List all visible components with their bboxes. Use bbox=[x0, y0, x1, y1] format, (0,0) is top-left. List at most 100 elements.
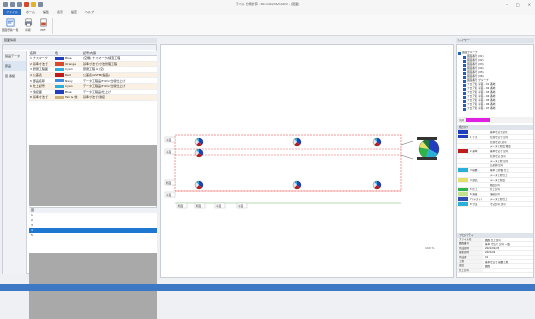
header-desc: 記号/内容 bbox=[83, 51, 97, 55]
tree-node[interactable]: フロア名 平面 - 07 番地 bbox=[457, 107, 533, 111]
canvas-graphics: 平面平面断面平面断面 断面 平面 平面 bbox=[164, 134, 440, 209]
prop-color bbox=[458, 149, 468, 153]
prop-color bbox=[458, 192, 468, 197]
node-symbol[interactable] bbox=[194, 180, 204, 190]
color-name: Red bbox=[65, 73, 71, 78]
detail-key: 仕上記号 bbox=[457, 268, 483, 273]
prop-key: 4 部品 bbox=[470, 178, 478, 182]
prop-color bbox=[458, 144, 468, 148]
prop-color bbox=[458, 159, 468, 163]
row-name: 7 溶接面 bbox=[30, 89, 42, 94]
node-symbol[interactable] bbox=[194, 148, 204, 158]
node-symbol[interactable] bbox=[292, 137, 302, 147]
window-controls: – □ × bbox=[506, 2, 531, 7]
detail-key: 更新日時 bbox=[457, 251, 483, 255]
layer-icon bbox=[463, 79, 466, 83]
row-desc: データ工程品/Fdml 仕様仕上げ bbox=[83, 84, 126, 89]
zoom-level[interactable]: 100 % bbox=[425, 246, 435, 250]
prop-color bbox=[458, 168, 468, 173]
row-color: Navy bbox=[55, 79, 81, 83]
property-details: プロパティ ファイル名 図面 仕上記号 図面番号 基準 寸法で 記号 一覧 作成日時 20… bbox=[457, 233, 533, 278]
row-name: 6 仕上記号 bbox=[30, 84, 45, 89]
node-label: 断面 bbox=[166, 181, 172, 185]
node-symbol[interactable] bbox=[194, 137, 204, 147]
drawing-canvas[interactable]: 平面 平面 断面 平面 断面 断面 平面 平面 bbox=[160, 44, 454, 278]
zone-outline bbox=[174, 134, 402, 192]
minimize-icon[interactable]: – bbox=[506, 2, 508, 7]
row-desc: 公差表/ASTM(製品) bbox=[83, 73, 110, 78]
detail-value: 基準寸法で 研磨工程 bbox=[485, 260, 509, 264]
pdf-button[interactable]: PDF bbox=[35, 17, 51, 35]
prop-value: 公差値 記号 bbox=[490, 164, 504, 168]
main-pie-symbol[interactable] bbox=[418, 138, 440, 160]
row-name: 8 基準寸法で bbox=[30, 95, 48, 100]
layer-icon bbox=[458, 51, 461, 55]
row-name: 1 ナスマーク bbox=[30, 56, 48, 61]
drawing-register-button[interactable]: 図面登録/一覧 bbox=[2, 17, 18, 35]
legend-swatch-bar: 凡例 bbox=[457, 117, 533, 123]
prop-color bbox=[458, 173, 468, 177]
row-color: Red bbox=[55, 73, 81, 77]
row-color: Blue bbox=[55, 56, 81, 60]
prop-row[interactable]: 8 寸法 寸法記号 記号 bbox=[457, 202, 533, 207]
node-symbol[interactable] bbox=[372, 180, 382, 190]
status-bar bbox=[0, 284, 535, 291]
prop-value: 基準 工程面 仕上 bbox=[490, 169, 510, 173]
node-label: 平面 bbox=[166, 193, 172, 197]
legend-tag-2 bbox=[417, 157, 437, 160]
nav-item[interactable]: 部品 bbox=[3, 61, 26, 71]
prop-color bbox=[458, 130, 468, 134]
detail-key: 作成日時 bbox=[457, 246, 483, 251]
layer-icon bbox=[463, 59, 466, 63]
left-panel-title: 図面情報 bbox=[2, 38, 157, 43]
prop-value: データ工程 記号 bbox=[490, 159, 509, 163]
node-symbol[interactable] bbox=[372, 137, 382, 147]
prop-value: データ工程品 bbox=[490, 178, 506, 182]
print-button[interactable]: 印刷 bbox=[20, 17, 36, 35]
color-swatch bbox=[55, 78, 64, 83]
nav-item[interactable]: 製品データ bbox=[3, 51, 26, 61]
selected-color-swatch[interactable] bbox=[465, 118, 490, 122]
nav-item[interactable]: 図 番組 bbox=[3, 71, 26, 81]
color-name: Blue bbox=[65, 56, 72, 61]
legend-swatch-label: 凡例 bbox=[459, 119, 464, 122]
prop-value: 仕上記号 bbox=[490, 188, 501, 192]
table-row[interactable]: 8 基準寸法で Tan & 他基準寸法で/溶接 bbox=[29, 95, 157, 101]
prop-value: データ工程仕上 bbox=[490, 198, 508, 202]
row-name: 5 部品名称 bbox=[30, 78, 45, 83]
close-icon[interactable]: × bbox=[528, 2, 531, 7]
list-item[interactable]: 5 bbox=[29, 233, 157, 238]
color-name: Cyan bbox=[65, 84, 73, 89]
maximize-icon[interactable]: □ bbox=[516, 2, 520, 7]
color-swatch bbox=[55, 84, 64, 89]
prop-value: 精度記号 bbox=[490, 183, 501, 187]
prop-value: 仕様寸法 記号 bbox=[490, 154, 506, 158]
layer-icon bbox=[463, 103, 466, 107]
row-name: 4 公差表 bbox=[30, 73, 42, 78]
prop-color bbox=[458, 187, 468, 192]
node-label: 平面 bbox=[216, 204, 222, 208]
prop-color bbox=[458, 164, 468, 168]
detail-row[interactable]: 仕上記号 bbox=[457, 268, 533, 274]
row-desc: (空欄) ナスマーク/検査工程 bbox=[83, 56, 121, 61]
print-label: 印刷 bbox=[25, 29, 31, 32]
color-swatch bbox=[55, 73, 64, 77]
row-color: Orange bbox=[55, 62, 81, 66]
pdf-icon bbox=[40, 18, 46, 27]
node-label: 平面 bbox=[166, 138, 172, 142]
ribbon: 図面登録/一覧 印刷 PDF bbox=[0, 15, 535, 36]
legend-tag-1 bbox=[417, 137, 437, 140]
row-desc: データ工程品/Fdml 仕様仕上げ bbox=[83, 78, 126, 83]
prop-value: 溶接記号 bbox=[490, 193, 501, 197]
node-symbol[interactable] bbox=[292, 180, 302, 190]
node-label: 断面 bbox=[178, 204, 184, 208]
table-empty-area bbox=[29, 145, 157, 206]
ribbon-separator bbox=[52, 18, 53, 34]
prop-value: データ工程仕上 bbox=[490, 174, 508, 178]
layer-icon bbox=[463, 91, 466, 95]
row-name: 2 基準寸法で bbox=[30, 61, 48, 66]
row-color: Cyan bbox=[55, 84, 81, 88]
row-color: Blue bbox=[55, 90, 81, 94]
layer-icon bbox=[463, 95, 466, 99]
detail-key: 工程 bbox=[457, 259, 483, 264]
